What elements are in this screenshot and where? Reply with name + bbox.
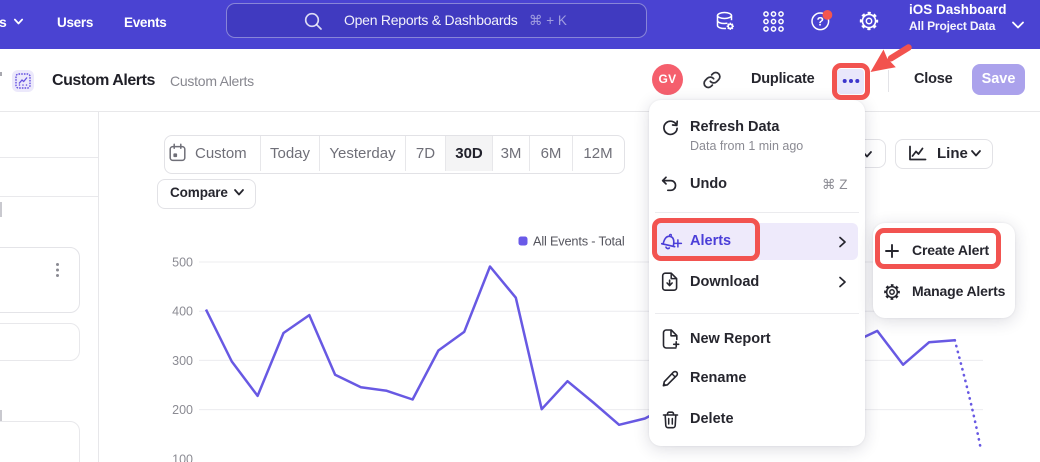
- svg-text:200: 200: [172, 403, 193, 417]
- svg-text:400: 400: [172, 305, 193, 319]
- svg-text:300: 300: [172, 354, 193, 368]
- svg-text:All Events - Total: All Events - Total: [533, 234, 624, 249]
- svg-text:100: 100: [172, 452, 193, 462]
- svg-text:500: 500: [172, 256, 193, 270]
